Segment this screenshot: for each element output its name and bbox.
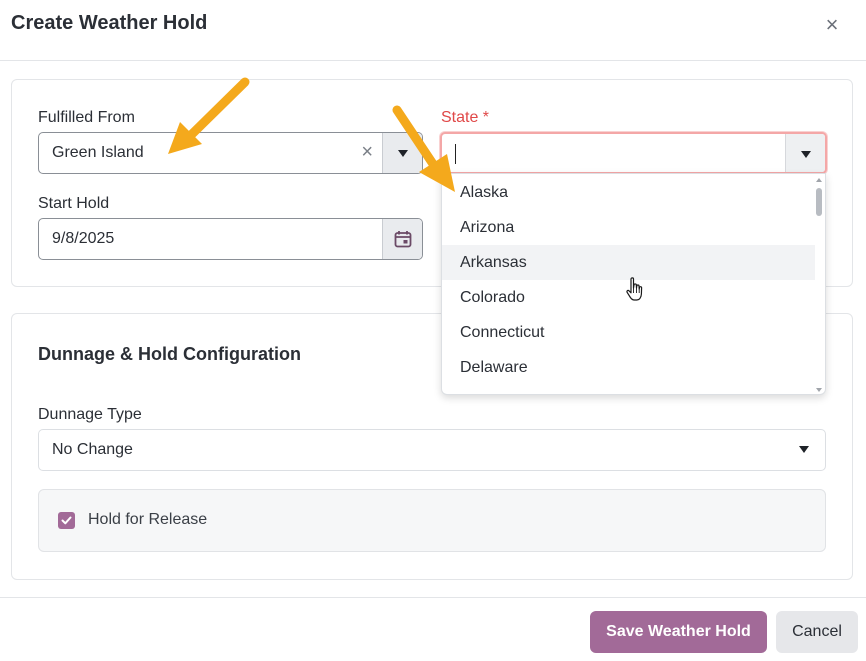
cancel-button[interactable]: Cancel <box>776 611 858 653</box>
start-hold-input[interactable]: 9/8/2025 <box>38 218 423 260</box>
annotation-arrow-icon <box>392 105 455 192</box>
modal-footer: Save Weather Hold Cancel <box>0 597 866 661</box>
annotation-arrow-icon <box>168 77 250 154</box>
dunnage-type-value: No Change <box>52 441 133 458</box>
calendar-icon <box>394 231 411 248</box>
state-option[interactable]: Arizona <box>442 210 815 245</box>
dunnage-type-select[interactable]: No Change <box>38 429 826 471</box>
state-option[interactable]: Alaska <box>442 175 815 210</box>
start-hold-label: Start Hold <box>38 195 110 212</box>
chevron-down-icon <box>799 446 809 453</box>
check-icon <box>61 516 72 525</box>
chevron-down-icon <box>800 150 811 158</box>
scrollbar-thumb[interactable] <box>816 188 822 216</box>
hold-for-release-label: Hold for Release <box>88 511 208 528</box>
fulfilled-from-value: Green Island <box>52 144 144 161</box>
fulfilled-from-label: Fulfilled From <box>38 109 135 126</box>
modal-header: Create Weather Hold × <box>0 0 866 61</box>
state-option-hovered[interactable]: Arkansas <box>442 245 815 280</box>
section-title: Dunnage & Hold Configuration <box>38 344 301 364</box>
dunnage-caret-wrap <box>799 446 809 453</box>
modal-title: Create Weather Hold <box>11 12 208 34</box>
clear-icon[interactable]: × <box>361 141 373 164</box>
calendar-button[interactable] <box>382 219 422 259</box>
state-dropdown-button[interactable] <box>785 134 825 172</box>
hand-pointer-icon <box>626 277 643 301</box>
hold-for-release-box: Hold for Release <box>38 489 826 552</box>
close-icon[interactable]: × <box>823 14 841 36</box>
dunnage-type-label: Dunnage Type <box>38 406 142 423</box>
state-option[interactable]: Delaware <box>442 350 815 385</box>
state-input[interactable] <box>440 132 827 174</box>
save-weather-hold-button[interactable]: Save Weather Hold <box>590 611 767 653</box>
dropdown-scrollbar[interactable] <box>816 178 823 392</box>
scroll-down-icon[interactable] <box>816 388 822 392</box>
scroll-up-icon[interactable] <box>816 178 822 182</box>
start-hold-value: 9/8/2025 <box>52 230 115 247</box>
hold-for-release-checkbox[interactable] <box>58 512 75 529</box>
state-option[interactable]: Connecticut <box>442 315 815 350</box>
